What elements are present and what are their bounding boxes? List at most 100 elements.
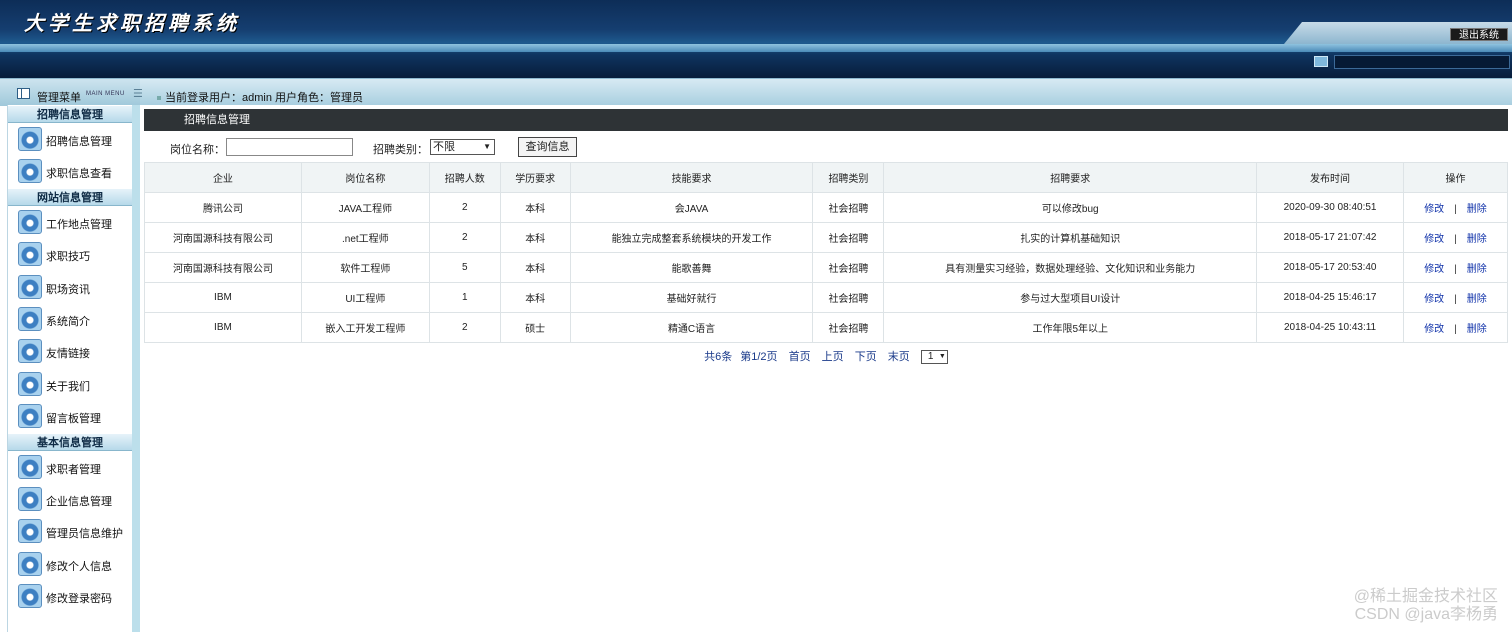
action-separator: | — [1454, 264, 1457, 275]
action-separator: | — [1454, 324, 1457, 335]
menu-toggle-icon[interactable]: ☰ — [133, 87, 143, 100]
menu-icon — [17, 88, 30, 99]
sidebar-item-tips[interactable]: 求职技巧 — [8, 238, 132, 270]
menu-title-en: MAIN MENU — [86, 91, 125, 97]
sidebar-item-intro[interactable]: 系统简介 — [8, 303, 132, 335]
position-name-input[interactable] — [226, 138, 353, 156]
sidebar-item-news[interactable]: 职场资讯 — [8, 271, 132, 303]
cell-requirements: 参与过大型项目UI设计 — [883, 282, 1258, 313]
cell-skills: 能独立完成整套系统模块的开发工作 — [569, 222, 814, 253]
page-indicator: 第1/2页 — [740, 351, 778, 363]
gear-icon — [18, 454, 42, 479]
status-strip: 管理菜单 MAIN MENU ☰ 当前登录用户：admin 用户角色：管理员 — [0, 78, 1512, 106]
gear-icon — [18, 519, 42, 544]
recruit-type-label: 招聘类别： — [373, 144, 428, 156]
cell-type: 社会招聘 — [812, 222, 885, 253]
sidebar-item-label: 工作地点管理 — [46, 218, 112, 231]
sidebar-item-jobseekers[interactable]: 求职者管理 — [8, 451, 132, 483]
sidebar-item-jobseek-view[interactable]: 求职信息查看 — [8, 155, 132, 187]
recruit-type-select[interactable]: 不限 — [430, 139, 495, 155]
sidebar-item-label: 求职信息查看 — [46, 168, 112, 181]
monitor-icon — [1314, 56, 1328, 67]
cell-position: UI工程师 — [300, 282, 430, 313]
sidebar-item-label: 修改个人信息 — [46, 560, 112, 573]
sidebar-item-links[interactable]: 友情链接 — [8, 335, 132, 367]
column-header: 发布时间 — [1256, 162, 1404, 193]
cell-actions: 修改 | 删除 — [1403, 192, 1508, 223]
gear-icon — [18, 242, 42, 267]
sidebar-section-recruit[interactable]: 招聘信息管理 — [8, 105, 132, 123]
column-header: 操作 — [1403, 162, 1508, 193]
delete-link[interactable]: 删除 — [1467, 294, 1487, 305]
sidebar-item-label: 友情链接 — [46, 348, 90, 361]
cell-published: 2018-05-17 20:53:40 — [1256, 252, 1404, 283]
sidebar-item-label: 招聘信息管理 — [46, 136, 112, 148]
delete-link[interactable]: 删除 — [1467, 324, 1487, 335]
sidebar-item-companies[interactable]: 企业信息管理 — [8, 483, 132, 515]
column-header: 岗位名称 — [300, 162, 430, 193]
cell-education: 硕士 — [499, 312, 571, 343]
cell-education: 本科 — [499, 282, 571, 313]
sidebar-item-label: 修改登录密码 — [46, 593, 112, 606]
cell-requirements: 工作年限5年以上 — [883, 312, 1258, 343]
delete-link[interactable]: 删除 — [1467, 264, 1487, 275]
table-row: IBM 嵌入工开发工程师 2 硕士 精通C语言 社会招聘 工作年限5年以上 20… — [144, 312, 1508, 343]
cell-company: 河南国源科技有限公司 — [144, 222, 302, 253]
table-row: 河南国源科技有限公司 .net工程师 2 本科 能独立完成整套系统模块的开发工作… — [144, 222, 1508, 253]
sidebar-item-guestbook[interactable]: 留言板管理 — [8, 400, 132, 432]
logout-button[interactable]: 退出系统 — [1450, 28, 1508, 41]
edit-link[interactable]: 修改 — [1424, 204, 1444, 215]
gear-icon — [18, 209, 42, 234]
last-page-link[interactable]: 末页 — [888, 351, 910, 363]
sidebar-item-about[interactable]: 关于我们 — [8, 368, 132, 400]
sidebar-item-admins[interactable]: 管理员信息维护 — [8, 515, 132, 547]
cell-company: IBM — [144, 312, 302, 343]
cell-actions: 修改 | 删除 — [1403, 312, 1508, 343]
edit-link[interactable]: 修改 — [1424, 294, 1444, 305]
cell-headcount: 2 — [428, 192, 501, 223]
action-separator: | — [1454, 294, 1457, 305]
next-page-link[interactable]: 下页 — [855, 351, 877, 363]
watermark: @稀土掘金技术社区 CSDN @java李杨勇 — [1354, 588, 1498, 624]
system-title: 大学生求职招聘系统 — [24, 11, 240, 35]
sidebar-item-profile[interactable]: 修改个人信息 — [8, 548, 132, 580]
cell-actions: 修改 | 删除 — [1403, 222, 1508, 253]
delete-link[interactable]: 删除 — [1467, 234, 1487, 245]
recruit-table: 企业 岗位名称 招聘人数 学历要求 技能要求 招聘类别 招聘要求 发布时间 操作… — [144, 162, 1508, 343]
cell-type: 社会招聘 — [812, 252, 885, 283]
cell-requirements: 扎实的计算机基础知识 — [883, 222, 1258, 253]
sidebar-item-location[interactable]: 工作地点管理 — [8, 206, 132, 238]
edit-link[interactable]: 修改 — [1424, 234, 1444, 245]
edit-link[interactable]: 修改 — [1424, 324, 1444, 335]
current-user-text: 当前登录用户：admin 用户角色：管理员 — [165, 92, 364, 104]
cell-published: 2020-09-30 08:40:51 — [1256, 192, 1404, 223]
sidebar-section-basic[interactable]: 基本信息管理 — [8, 432, 132, 451]
sidebar-item-label: 企业信息管理 — [46, 495, 112, 508]
gear-icon — [18, 274, 42, 299]
cell-requirements: 可以修改bug — [883, 192, 1258, 223]
sidebar-section-website[interactable]: 网站信息管理 — [8, 187, 132, 206]
prev-page-link[interactable]: 上页 — [822, 351, 844, 363]
query-button[interactable]: 查询信息 — [518, 137, 577, 157]
table-row: 腾讯公司 JAVA工程师 2 本科 会JAVA 社会招聘 可以修改bug 202… — [144, 192, 1508, 223]
sidebar-item-password[interactable]: 修改登录密码 — [8, 580, 132, 612]
gear-icon — [18, 371, 42, 396]
sidebar-item-recruit-manage[interactable]: 招聘信息管理 — [8, 123, 132, 155]
bullet-icon — [157, 96, 161, 101]
current-user-info: 当前登录用户：admin 用户角色：管理员 — [157, 89, 363, 105]
cell-headcount: 2 — [428, 222, 501, 253]
cell-position: JAVA工程师 — [300, 192, 430, 223]
first-page-link[interactable]: 首页 — [789, 351, 811, 363]
cell-company: 河南国源科技有限公司 — [144, 252, 302, 283]
gear-icon — [18, 159, 42, 184]
edit-link[interactable]: 修改 — [1424, 264, 1444, 275]
main-content: 招聘信息管理 岗位名称： 招聘类别： 不限 查询信息 企业 岗位名称 招聘人数 … — [140, 105, 1512, 632]
watermark-line: @稀土掘金技术社区 — [1353, 588, 1498, 605]
gear-icon — [18, 584, 42, 609]
action-separator: | — [1454, 204, 1457, 215]
delete-link[interactable]: 删除 — [1467, 204, 1487, 215]
cell-position: 嵌入工开发工程师 — [300, 312, 430, 343]
page-select[interactable]: 1 — [920, 350, 948, 365]
page-select-value: 1 — [927, 351, 934, 363]
gear-icon — [18, 404, 42, 429]
